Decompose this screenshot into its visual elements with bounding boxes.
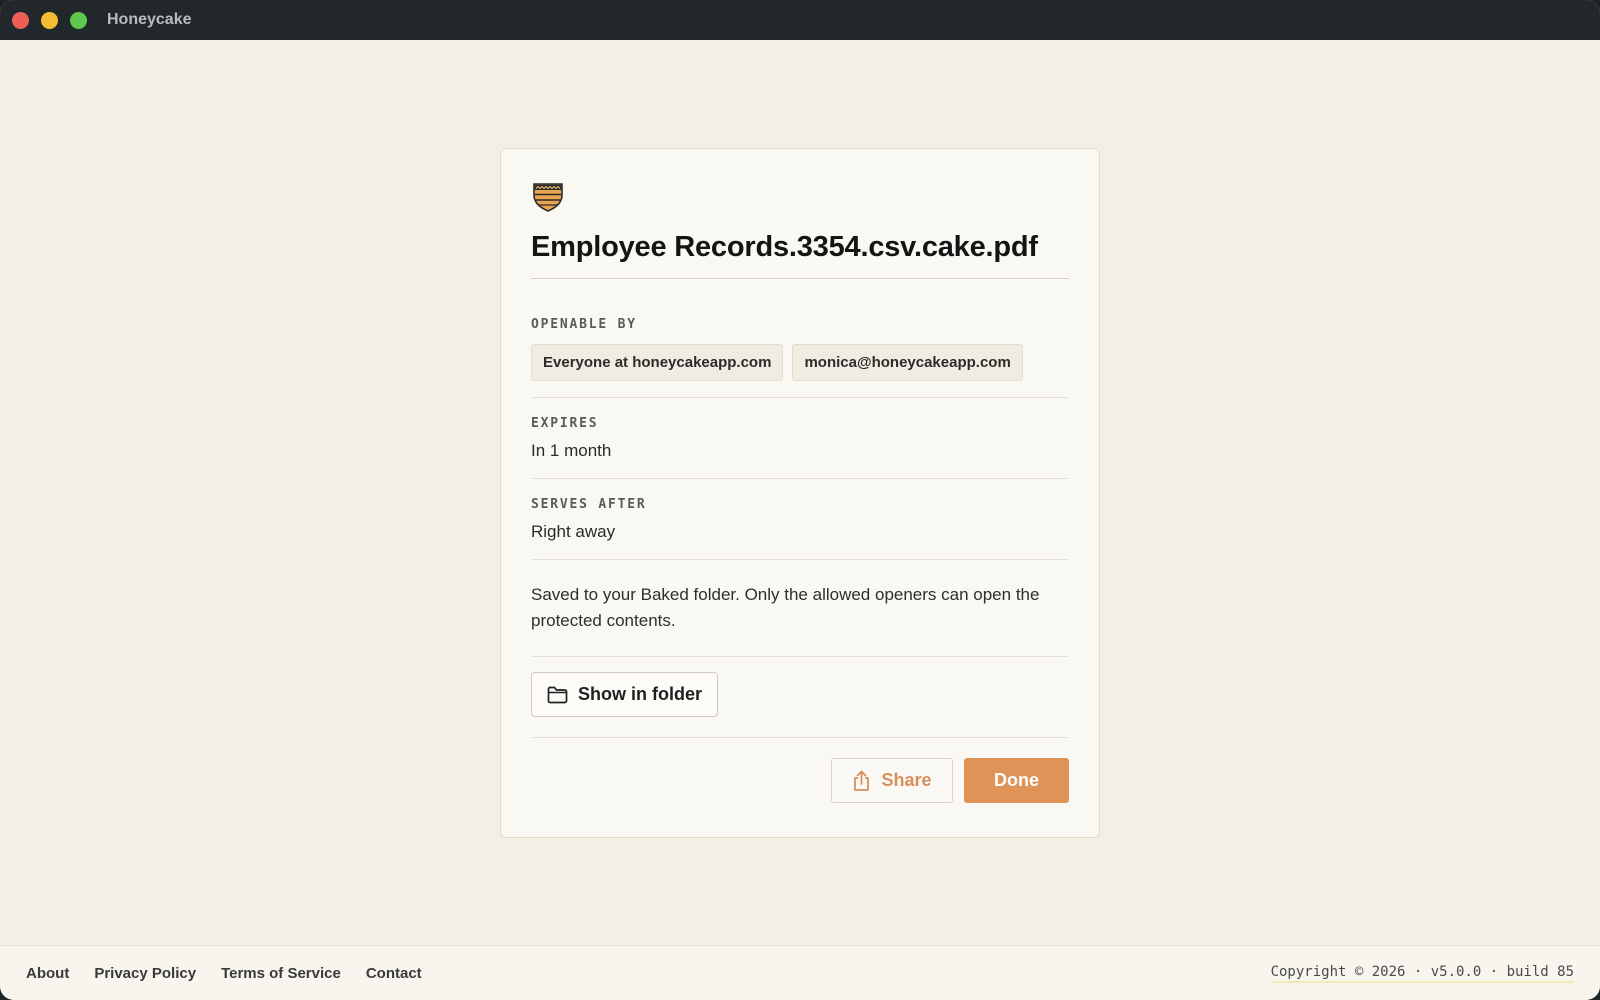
footer-links: About Privacy Policy Terms of Service Co…	[26, 965, 422, 982]
serves-after-value: Right away	[531, 522, 616, 541]
opener-chip-list: Everyone at honeycakeapp.com monica@hone…	[531, 344, 1069, 381]
share-label: Share	[881, 770, 932, 790]
openable-by-section: OPENABLE BY Everyone at honeycakeapp.com…	[531, 279, 1069, 398]
opener-chip-domain[interactable]: Everyone at honeycakeapp.com	[531, 344, 784, 381]
folder-icon	[547, 686, 568, 703]
serves-after-section: SERVES AFTER Right away	[531, 479, 1069, 560]
window-title: Honeycake	[107, 11, 192, 28]
zoom-window-button[interactable]	[70, 11, 87, 29]
footer-link-contact[interactable]: Contact	[366, 965, 422, 982]
saved-note-section: Saved to your Baked folder. Only the all…	[531, 560, 1069, 657]
folder-section: Show in folder	[531, 657, 1069, 738]
footer-link-terms-of-service[interactable]: Terms of Service	[221, 965, 341, 982]
copyright-version: Copyright © 2026 · v5.0.0 · build 85	[1270, 964, 1574, 983]
file-name-title: Employee Records.3354.csv.cake.pdf	[531, 231, 1069, 279]
share-button[interactable]: Share	[831, 758, 953, 803]
openable-by-label: OPENABLE BY	[531, 317, 637, 332]
footer: About Privacy Policy Terms of Service Co…	[0, 945, 1600, 1000]
expires-label: EXPIRES	[531, 416, 599, 431]
expires-section: EXPIRES In 1 month	[531, 398, 1069, 479]
title-bar: Honeycake	[0, 0, 1600, 40]
show-in-folder-label: Show in folder	[578, 684, 702, 704]
serves-after-label: SERVES AFTER	[531, 497, 647, 512]
expires-value: In 1 month	[531, 441, 612, 460]
done-button[interactable]: Done	[964, 758, 1069, 803]
file-details-card: Employee Records.3354.csv.cake.pdf OPENA…	[500, 148, 1100, 838]
opener-chip-email[interactable]: monica@honeycakeapp.com	[792, 344, 1023, 381]
close-window-button[interactable]	[12, 11, 29, 29]
share-icon	[854, 770, 870, 791]
saved-note: Saved to your Baked folder. Only the all…	[531, 585, 1040, 630]
show-in-folder-button[interactable]: Show in folder	[531, 672, 718, 717]
main-content: Employee Records.3354.csv.cake.pdf OPENA…	[0, 40, 1600, 945]
footer-link-privacy-policy[interactable]: Privacy Policy	[94, 965, 196, 982]
dialog-actions: Share Done	[531, 758, 1069, 803]
app-window: Honeycake Employee Records.3354.csv.cake…	[0, 0, 1600, 1000]
footer-link-about[interactable]: About	[26, 965, 69, 982]
honeycake-shield-icon	[533, 183, 563, 212]
minimize-window-button[interactable]	[41, 11, 58, 29]
